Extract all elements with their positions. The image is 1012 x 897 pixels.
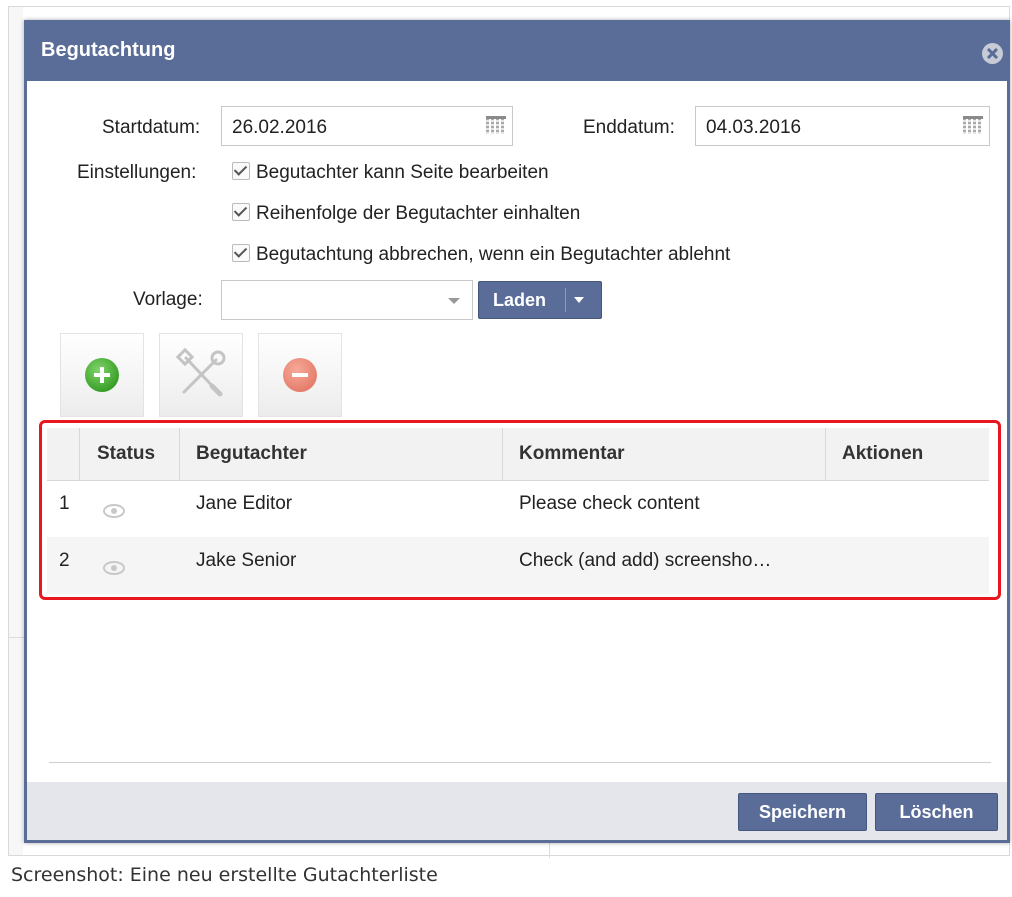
reviewer-grid: Status Begutachter Kommentar Aktionen 1 … <box>47 428 989 594</box>
settings-label: Einstellungen: <box>77 162 197 183</box>
template-combobox[interactable] <box>221 280 473 320</box>
setting-label: Reihenfolge der Begutachter einhalten <box>256 203 581 224</box>
start-date-value: 26.02.2016 <box>232 117 328 138</box>
save-button[interactable]: Speichern <box>738 793 867 831</box>
setting-keep-order[interactable]: Reihenfolge der Begutachter einhalten <box>232 203 580 225</box>
table-row[interactable]: 1 Jane Editor Please check content <box>47 480 989 537</box>
divider <box>49 762 991 763</box>
column-header-status[interactable]: Status <box>97 443 155 465</box>
start-date-label: Startdatum: <box>102 117 201 138</box>
column-header-comment[interactable]: Kommentar <box>519 443 625 465</box>
load-button-label: Laden <box>493 290 547 310</box>
checkbox-checked-icon[interactable] <box>232 162 250 180</box>
checkbox-checked-icon[interactable] <box>232 203 250 221</box>
end-date-field[interactable]: 04.03.2016 <box>695 106 990 146</box>
reviewer-name: Jane Editor <box>196 493 293 514</box>
row-index: 2 <box>59 550 70 571</box>
add-icon <box>85 358 119 392</box>
setting-label: Begutachtung abbrechen, wenn ein Begutac… <box>256 244 731 265</box>
remove-reviewer-button[interactable] <box>258 333 342 417</box>
settings-icon <box>175 347 226 397</box>
table-row[interactable]: 2 Jake Senior Check (and add) screensho… <box>47 537 989 594</box>
setting-label: Begutachter kann Seite bearbeiten <box>256 162 549 183</box>
close-icon[interactable] <box>982 43 1003 64</box>
calendar-icon[interactable] <box>486 116 506 134</box>
image-caption: Screenshot: Eine neu erstellte Gutachter… <box>11 864 438 886</box>
chevron-down-icon[interactable] <box>448 298 460 304</box>
split-separator <box>565 288 566 312</box>
remove-icon <box>283 358 317 392</box>
chevron-down-icon[interactable] <box>574 297 584 303</box>
end-date-label: Enddatum: <box>583 117 675 138</box>
load-button[interactable]: Laden <box>478 281 602 319</box>
column-header-reviewer[interactable]: Begutachter <box>196 443 307 465</box>
delete-button[interactable]: Löschen <box>875 793 998 831</box>
end-date-value: 04.03.2016 <box>706 117 802 138</box>
setting-edit-page[interactable]: Begutachter kann Seite bearbeiten <box>232 162 549 184</box>
dialog-title: Begutachtung <box>41 39 176 61</box>
eye-icon <box>103 504 125 518</box>
column-header-actions[interactable]: Aktionen <box>842 443 923 465</box>
checkbox-checked-icon[interactable] <box>232 244 250 262</box>
reviewer-comment: Check (and add) screensho… <box>519 550 772 571</box>
edit-reviewer-button[interactable] <box>159 333 243 417</box>
grid-header: Status Begutachter Kommentar Aktionen <box>47 428 989 481</box>
row-index: 1 <box>59 493 70 514</box>
dialog-footer: Speichern Löschen <box>27 782 1007 840</box>
review-dialog: Begutachtung Startdatum: 26.02.2016 Endd… <box>24 20 1010 843</box>
eye-icon <box>103 561 125 575</box>
dialog-titlebar: Begutachtung <box>27 23 1007 81</box>
setting-abort-on-reject[interactable]: Begutachtung abbrechen, wenn ein Begutac… <box>232 244 730 266</box>
calendar-icon[interactable] <box>963 116 983 134</box>
reviewer-comment: Please check content <box>519 493 700 514</box>
template-label: Vorlage: <box>133 289 203 310</box>
reviewer-name: Jake Senior <box>196 550 297 571</box>
start-date-field[interactable]: 26.02.2016 <box>221 106 513 146</box>
add-reviewer-button[interactable] <box>60 333 144 417</box>
